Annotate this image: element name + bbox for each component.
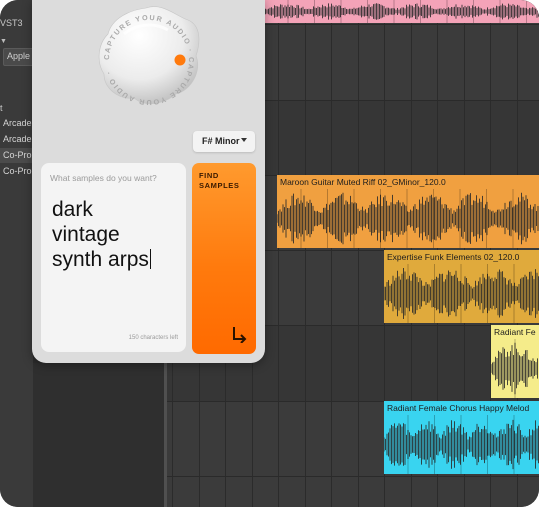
grid-line — [357, 0, 359, 507]
browser-item-label: Co-Pro — [3, 166, 32, 176]
text-cursor — [149, 249, 151, 269]
lane-divider — [167, 476, 539, 477]
character-counter: 150 characters left — [128, 335, 178, 341]
arrow-down-right-icon — [233, 327, 247, 343]
browser-lower-area — [33, 363, 167, 507]
browser-item-label: Arcade — [3, 118, 32, 128]
waveform-path — [491, 342, 538, 395]
clip-title: Radiant Fe — [494, 327, 536, 337]
clip-waveform — [384, 415, 539, 474]
clip-waveform — [264, 0, 539, 23]
browser-sidebar: VST3 ▼ t Arcade Arcade Co-Pro Co-Pro — [0, 0, 33, 507]
grid-line — [331, 0, 332, 507]
chevron-down-icon[interactable]: ▼ — [0, 38, 7, 45]
find-samples-button[interactable]: FIND SAMPLES — [192, 163, 256, 354]
audio-clip[interactable]: Maroon Guitar Muted Riff 02_GMinor_120.0 — [277, 175, 539, 248]
plugin-format-label[interactable]: VST3 — [0, 18, 23, 28]
clip-waveform — [384, 264, 539, 323]
clip-waveform — [277, 189, 539, 248]
sample-plugin-panel: CAPTURE YOUR AUDIO · CAPTURE YOUR AUDIO … — [32, 0, 265, 363]
daw-window: VST3 ▼ t Arcade Arcade Co-Pro Co-Pro App… — [0, 0, 539, 507]
prompt-placeholder: What samples do you want? — [50, 173, 157, 183]
prompt-input-text[interactable]: dark vintage synth arps — [52, 197, 184, 272]
browser-item-selected[interactable]: Co-Pro — [0, 148, 33, 163]
audio-clip[interactable]: Radiant Female Chorus Happy Melod — [384, 401, 539, 474]
vendor-filter-label: Apple — [7, 51, 31, 61]
clip-title: Radiant Female Chorus Happy Melod — [387, 403, 530, 413]
section-label: t — [0, 103, 3, 113]
find-samples-label: FIND SAMPLES — [199, 171, 240, 190]
clip-waveform — [491, 339, 538, 398]
prompt-textarea[interactable]: What samples do you want? dark vintage s… — [41, 163, 186, 352]
key-dropdown-value: F# Minor — [202, 136, 240, 146]
waveform-path — [264, 3, 539, 20]
browser-item-label: Co-Pro — [3, 150, 32, 160]
browser-item-label: Arcade — [3, 134, 32, 144]
grid-line — [304, 0, 306, 507]
grid-line — [278, 0, 279, 507]
audio-clip[interactable] — [264, 0, 539, 23]
clip-title: Maroon Guitar Muted Riff 02_GMinor_120.0 — [280, 177, 446, 187]
browser-item[interactable]: Arcade — [0, 132, 33, 147]
capture-audio-blob-icon[interactable]: CAPTURE YOUR AUDIO · CAPTURE YOUR AUDIO … — [84, 0, 214, 114]
browser-item[interactable]: Co-Pro — [0, 164, 33, 179]
caret-down-icon — [241, 138, 247, 142]
browser-item[interactable]: Arcade — [0, 116, 33, 131]
audio-clip[interactable]: Expertise Funk Elements 02_120.0 — [384, 250, 539, 323]
audio-clip[interactable]: Radiant Fe — [491, 325, 539, 398]
key-dropdown[interactable]: F# Minor — [193, 131, 255, 152]
clip-title: Expertise Funk Elements 02_120.0 — [387, 252, 520, 262]
